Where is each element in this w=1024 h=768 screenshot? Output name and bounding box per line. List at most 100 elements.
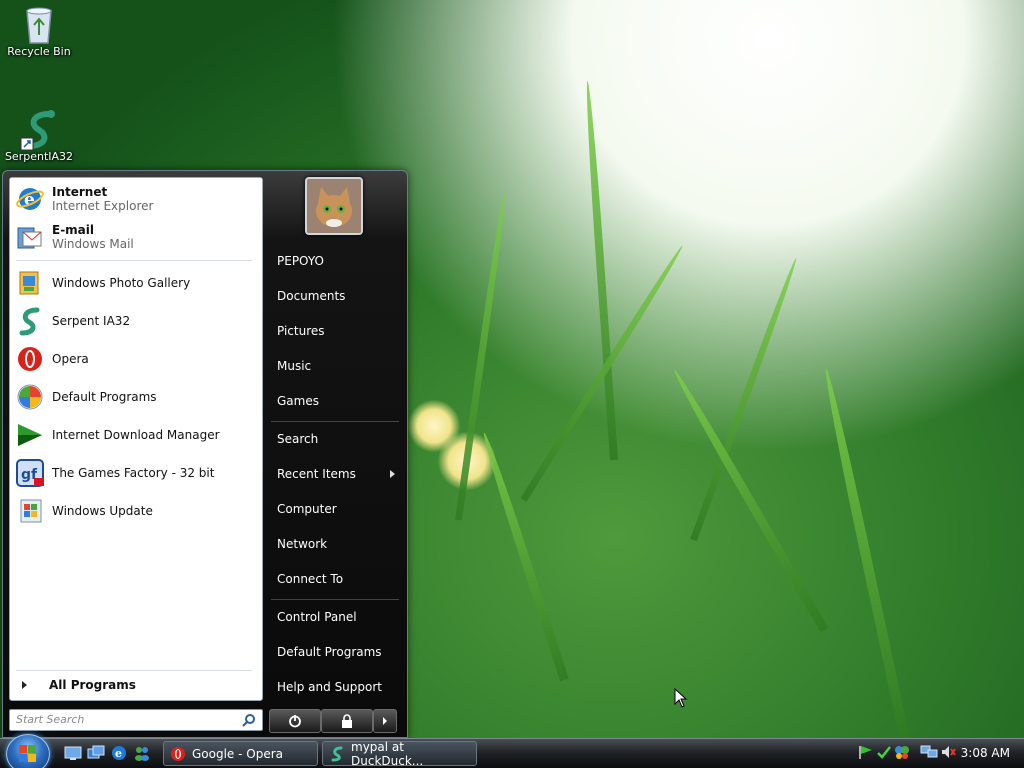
divider (271, 421, 399, 422)
task-label: Google - Opera (192, 746, 284, 761)
places-documents[interactable]: Documents (273, 281, 403, 311)
desktop-icon-label: SerpentIA32 (4, 150, 74, 163)
places-recent-items[interactable]: Recent Items (273, 459, 403, 489)
power-buttons (269, 709, 397, 733)
quicklaunch-messenger[interactable] (133, 744, 151, 762)
desktop-icon-label: Recycle Bin (7, 45, 71, 58)
recent-item-windows-update[interactable]: Windows Update (14, 494, 258, 528)
places-label: Computer (277, 502, 337, 516)
recent-label: Windows Update (52, 504, 153, 518)
green-flag-icon[interactable] (858, 744, 874, 760)
user-avatar[interactable] (305, 177, 363, 235)
checkmark-icon[interactable] (876, 744, 892, 760)
programs-pane: e Internet Internet Explorer E-mail Window… (9, 177, 263, 701)
places-default-programs[interactable]: Default Programs (273, 637, 403, 667)
windows-update-icon (14, 495, 46, 527)
search-placeholder: Start Search (16, 713, 85, 726)
places-pane: PEPOYO Documents Pictures Music Games Se… (265, 171, 405, 701)
opera-icon (171, 746, 185, 761)
recent-item-games-factory[interactable]: gf The Games Factory - 32 bit (14, 456, 258, 490)
places-label: PEPOYO (277, 254, 324, 268)
recent-item-photo-gallery[interactable]: Windows Photo Gallery (14, 266, 258, 300)
windows-mail-icon (14, 221, 46, 253)
start-search-input[interactable]: Start Search (9, 709, 263, 731)
desktop-icon-serpent[interactable]: SerpentIA32 (1, 108, 77, 163)
windows-logo-icon (19, 745, 36, 762)
quicklaunch-internet-explorer[interactable]: e (110, 744, 128, 762)
recent-label: Serpent IA32 (52, 314, 131, 328)
recent-item-default-programs[interactable]: Default Programs (14, 380, 258, 414)
mouse-cursor-icon (674, 688, 688, 708)
divider (271, 599, 399, 600)
svg-text:e: e (115, 747, 122, 760)
places-label: Music (277, 359, 312, 373)
recent-label: Windows Photo Gallery (52, 276, 191, 290)
places-network[interactable]: Network (273, 529, 403, 559)
serpent-icon (14, 305, 46, 337)
places-music[interactable]: Music (273, 351, 403, 381)
lock-button[interactable] (321, 709, 373, 733)
places-label: Help and Support (277, 680, 382, 694)
default-programs-icon (14, 381, 46, 413)
places-control-panel[interactable]: Control Panel (273, 602, 403, 632)
places-label: Documents (277, 289, 346, 303)
pinned-title: E-mail (52, 223, 95, 237)
all-programs-button[interactable]: All Programs (14, 674, 258, 696)
all-programs-label: All Programs (49, 678, 136, 692)
games-factory-icon: gf (14, 457, 46, 489)
places-label: Pictures (277, 324, 325, 338)
divider (16, 670, 252, 671)
photo-gallery-icon (14, 267, 46, 299)
taskbar-button-opera[interactable]: Google - Opera (163, 741, 318, 766)
places-label: Games (277, 394, 319, 408)
recent-label: The Games Factory - 32 bit (52, 466, 215, 480)
power-options-button[interactable] (373, 709, 397, 733)
lock-icon (342, 714, 352, 728)
idm-icon (14, 419, 46, 451)
recent-item-idm[interactable]: Internet Download Manager (14, 418, 258, 452)
recent-label: Internet Download Manager (52, 428, 220, 442)
cat-picture-icon (307, 179, 361, 233)
places-label: Default Programs (277, 645, 382, 659)
places-pictures[interactable]: Pictures (273, 316, 403, 346)
recent-item-serpent[interactable]: Serpent IA32 (14, 304, 258, 338)
clock[interactable]: 3:08 AM (961, 746, 1010, 760)
messenger-icon (135, 747, 149, 761)
power-icon (289, 715, 301, 728)
places-label: Recent Items (277, 467, 356, 481)
places-connect-to[interactable]: Connect To (273, 564, 403, 594)
volume-muted-icon[interactable] (940, 744, 956, 760)
quicklaunch-show-desktop[interactable] (64, 744, 82, 762)
places-search[interactable]: Search (273, 424, 403, 454)
desktop-icon-recycle-bin[interactable]: Recycle Bin (1, 3, 77, 58)
quicklaunch-switch-windows[interactable] (87, 744, 105, 762)
places-games[interactable]: Games (273, 386, 403, 416)
serpent-icon (19, 108, 59, 151)
divider (16, 260, 252, 261)
taskbar-button-mypal[interactable]: mypal at DuckDuck... (322, 739, 477, 768)
places-computer[interactable]: Computer (273, 494, 403, 524)
network-icon[interactable] (920, 744, 938, 760)
task-label: mypal at DuckDuck... (351, 739, 424, 768)
pinned-item-internet[interactable]: e Internet Internet Explorer (14, 182, 258, 216)
recent-item-opera[interactable]: Opera (14, 342, 258, 376)
places-label: Connect To (277, 572, 344, 586)
internet-explorer-icon: e (112, 746, 126, 760)
opera-icon (14, 343, 46, 375)
places-label: Search (277, 432, 319, 446)
internet-explorer-icon: e (14, 183, 46, 215)
pinned-item-email[interactable]: E-mail Windows Mail (14, 220, 258, 254)
pinned-subtitle: Windows Mail (52, 237, 134, 251)
power-button[interactable] (269, 709, 321, 733)
butterfly-icon[interactable] (894, 744, 910, 760)
arrow-right-icon (390, 470, 395, 478)
places-label: Control Panel (277, 610, 357, 624)
arrow-right-icon (22, 681, 27, 689)
start-button[interactable] (6, 734, 50, 768)
search-icon[interactable] (242, 713, 256, 727)
system-tray: 3:08 AM (852, 740, 1024, 768)
places-help-support[interactable]: Help and Support (273, 672, 403, 702)
recycle-bin-icon (19, 3, 59, 44)
places-user[interactable]: PEPOYO (273, 246, 403, 276)
arrow-right-icon (383, 717, 387, 725)
